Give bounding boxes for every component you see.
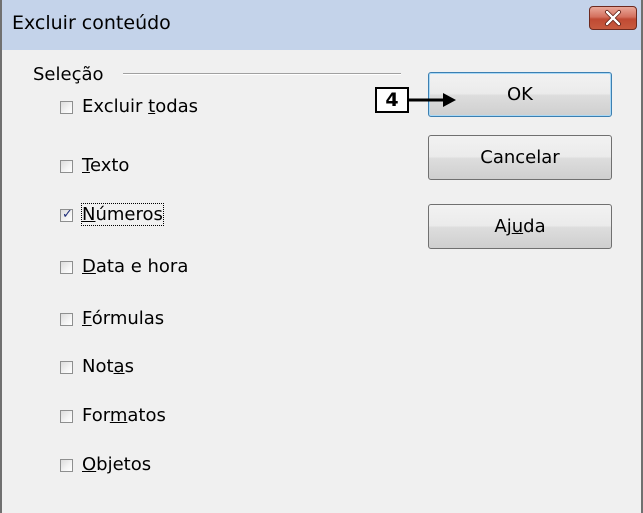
check-mark-icon: ✓ [62, 207, 73, 222]
title-bar[interactable]: Excluir conteúdo [2, 0, 641, 50]
formulas-label: Fórmulas [82, 308, 165, 329]
objects-checkbox[interactable] [60, 459, 73, 472]
numbers-label: Números [81, 203, 164, 226]
delete-all-checkbox[interactable] [60, 101, 73, 114]
formats-label: Formatos [82, 405, 166, 426]
help-button[interactable]: Ajuda [428, 204, 612, 249]
objects-label: Objetos [82, 454, 152, 475]
group-separator [123, 73, 401, 75]
date-time-label: Data e hora [82, 256, 189, 277]
window-title: Excluir conteúdo [12, 12, 171, 34]
delete-contents-dialog: Excluir conteúdo Seleção Excluir todas T… [0, 0, 643, 513]
formats-checkbox[interactable] [60, 410, 73, 423]
close-button[interactable] [589, 6, 637, 30]
text-checkbox[interactable] [60, 160, 73, 173]
date-time-checkbox[interactable] [60, 261, 73, 274]
step-number-badge: 4 [375, 87, 409, 113]
selection-group-label: Seleção [33, 64, 104, 85]
text-label: Texto [82, 155, 130, 176]
notes-label: Notas [82, 356, 134, 377]
close-x-icon [605, 10, 621, 26]
dialog-body: Seleção Excluir todas Texto ✓ Números Da… [2, 50, 641, 513]
numbers-checkbox[interactable]: ✓ [60, 207, 73, 222]
formulas-checkbox[interactable] [60, 313, 73, 326]
delete-all-label: Excluir todas [82, 96, 199, 117]
cancel-button[interactable]: Cancelar [428, 135, 612, 180]
arrow-right-icon [409, 93, 456, 107]
notes-checkbox[interactable] [60, 361, 73, 374]
